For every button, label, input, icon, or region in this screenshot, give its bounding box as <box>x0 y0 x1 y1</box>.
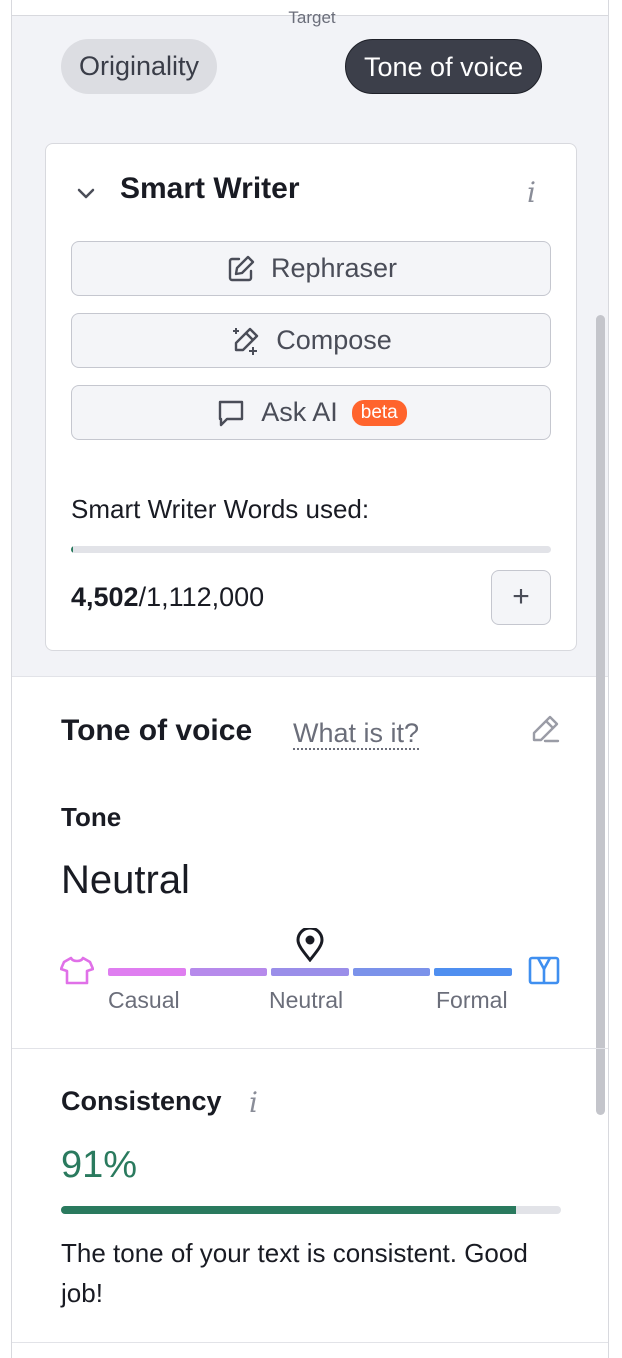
tone-label: Tone <box>61 802 122 832</box>
scale-label-formal: Formal <box>436 987 508 1013</box>
magic-pen-icon <box>233 327 259 355</box>
section-divider <box>12 1342 608 1343</box>
chat-bubble-icon <box>219 400 244 426</box>
target-label: Target <box>288 8 336 27</box>
consistency-bar <box>61 1206 561 1214</box>
tone-value: Neutral <box>61 858 190 902</box>
pencil-icon[interactable] <box>529 713 561 745</box>
smart-writer-card: Smart Writer i Rephraser Compose Ask AI … <box>45 143 577 651</box>
consistency-message: The tone of your text is consistent. Goo… <box>61 1238 528 1308</box>
smart-writer-title: Smart Writer <box>120 172 300 205</box>
words-used-label: Smart Writer Words used: <box>71 494 370 524</box>
scrollbar-thumb[interactable] <box>596 315 605 1115</box>
words-total-value: /1,112,000 <box>138 582 265 612</box>
tone-scale-segment <box>108 968 186 976</box>
tone-scale-segment <box>434 968 512 976</box>
chevron-down-icon[interactable] <box>76 184 96 204</box>
tone-scale <box>108 968 512 976</box>
top-section: Target Originality Tone of voice Smart W… <box>12 0 608 677</box>
consistency-title: Consistency <box>61 1086 222 1116</box>
what-is-it-link[interactable]: What is it? <box>293 718 420 750</box>
tab-originality[interactable]: Originality <box>61 39 218 94</box>
tone-scale-segment <box>271 968 349 976</box>
section-divider <box>12 1048 608 1049</box>
beta-badge: beta <box>351 399 407 426</box>
edit-icon <box>228 255 255 281</box>
consistency-value: 91% <box>61 1144 138 1186</box>
ask-ai-button[interactable]: Ask AI beta <box>71 385 551 440</box>
tone-scale-segment <box>189 968 268 976</box>
consistency-bar-fill <box>61 1206 516 1214</box>
rephraser-label: Rephraser <box>270 253 398 283</box>
words-progress-bar <box>71 546 551 553</box>
add-words-button[interactable]: + <box>491 570 551 625</box>
side-panel: Target Originality Tone of voice Smart W… <box>11 0 609 1358</box>
tshirt-icon <box>60 956 94 985</box>
rephraser-button[interactable]: Rephraser <box>71 241 551 296</box>
location-pin-icon <box>296 928 324 962</box>
compose-button[interactable]: Compose <box>71 313 551 368</box>
scale-label-casual: Casual <box>108 987 180 1013</box>
tone-of-voice-title: Tone of voice <box>61 714 253 747</box>
words-used-value: 4,502 <box>71 582 139 612</box>
scale-label-neutral: Neutral <box>269 987 344 1013</box>
consistency-info-icon[interactable]: i <box>249 1086 258 1119</box>
ask-ai-label: Ask AI <box>261 397 338 427</box>
compose-label: Compose <box>276 325 392 355</box>
tab-tone-of-voice[interactable]: Tone of voice <box>345 39 543 94</box>
tone-scale-segment <box>352 968 431 976</box>
info-icon[interactable]: i <box>527 176 536 209</box>
words-progress-fill <box>71 546 73 553</box>
words-count: 4,502/1,112,000 <box>71 582 264 613</box>
suit-icon <box>528 956 560 985</box>
